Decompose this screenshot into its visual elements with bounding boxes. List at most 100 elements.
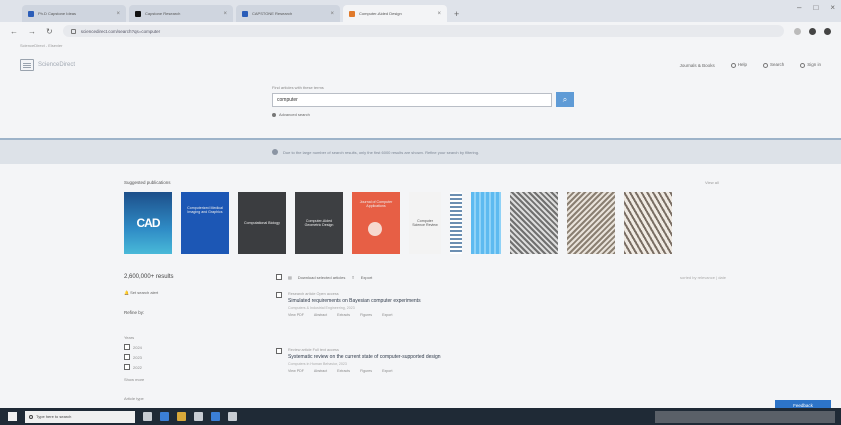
help-link[interactable]: Help bbox=[730, 62, 747, 68]
show-more-link[interactable]: Show more bbox=[124, 377, 144, 382]
address-bar: ← → ↻ sciencedirect.com/search?qs=comput… bbox=[0, 22, 841, 40]
settings-icon bbox=[272, 112, 276, 117]
reload-icon[interactable]: ↻ bbox=[46, 27, 53, 36]
journals-books-link[interactable]: Journals & Books bbox=[680, 63, 715, 68]
forward-icon[interactable]: → bbox=[28, 27, 36, 36]
back-icon[interactable]: ← bbox=[10, 27, 18, 36]
url-field[interactable]: sciencedirect.com/search?qs=computer bbox=[62, 25, 784, 37]
checkbox[interactable] bbox=[124, 344, 130, 350]
export-link[interactable]: Export bbox=[382, 313, 392, 317]
download-selected-button[interactable]: Download selected articles bbox=[298, 275, 346, 280]
search-icon bbox=[762, 62, 768, 68]
windows-start-icon[interactable] bbox=[8, 412, 17, 421]
set-alert-link[interactable]: 🔔 Set search alert bbox=[124, 290, 158, 295]
search-area: Find articles with these terms ⌕ Advance… bbox=[272, 85, 592, 117]
close-tab-icon[interactable]: × bbox=[330, 11, 334, 17]
export-button[interactable]: Export bbox=[361, 275, 373, 280]
close-tab-icon[interactable]: × bbox=[437, 11, 441, 17]
logo-text: ScienceDirect bbox=[38, 62, 76, 68]
select-all-checkbox[interactable] bbox=[276, 274, 282, 280]
publication-cover[interactable] bbox=[471, 192, 501, 254]
file-explorer-icon[interactable] bbox=[177, 412, 186, 421]
publication-cover[interactable]: Computational Biology bbox=[238, 192, 286, 254]
extracts-link[interactable]: Extracts bbox=[337, 313, 350, 317]
store-icon[interactable] bbox=[194, 412, 203, 421]
abstract-link[interactable]: Abstract bbox=[314, 369, 327, 373]
publication-cover[interactable] bbox=[624, 192, 672, 254]
extension-icon[interactable] bbox=[794, 27, 801, 35]
advanced-search-link[interactable]: Advanced search bbox=[272, 112, 592, 117]
checkbox[interactable] bbox=[124, 354, 130, 360]
header-links: Journals & Books Help Search Sign in bbox=[680, 62, 821, 68]
window-controls: – □ × bbox=[797, 3, 835, 12]
lock-icon bbox=[70, 28, 76, 34]
browser-tab[interactable]: Ph.D Capstone Ideas × bbox=[22, 5, 126, 22]
year-option[interactable]: 2023 bbox=[124, 354, 142, 360]
os-taskbar: Type here to search bbox=[0, 408, 841, 425]
tab-title: Ph.D Capstone Ideas bbox=[38, 11, 77, 16]
profile-icon[interactable] bbox=[809, 27, 816, 35]
extracts-link[interactable]: Extracts bbox=[337, 369, 350, 373]
url-text: sciencedirect.com/search?qs=computer bbox=[80, 28, 161, 34]
publication-cover[interactable]: Computer-Aided Geometric Design bbox=[295, 192, 343, 254]
search-input[interactable] bbox=[272, 92, 552, 107]
figures-link[interactable]: Figures bbox=[360, 313, 372, 317]
result-meta: Research article Open access bbox=[288, 292, 339, 296]
mail-icon[interactable] bbox=[211, 412, 220, 421]
browser-tab[interactable]: CAPSTONE Research × bbox=[236, 5, 340, 22]
browser-tab[interactable]: Computer-Aided Design × bbox=[343, 5, 447, 22]
publication-cover[interactable]: CAD bbox=[124, 192, 172, 254]
publication-cover[interactable] bbox=[510, 192, 558, 254]
publication-cover[interactable]: Computerized Medical Imaging and Graphic… bbox=[181, 192, 229, 254]
help-icon bbox=[730, 62, 736, 68]
notice-text: Due to the large number of search result… bbox=[283, 149, 480, 155]
logo-icon bbox=[20, 59, 34, 71]
publication-cover[interactable]: Journal of Computer Applications bbox=[352, 192, 400, 254]
taskbar-search[interactable]: Type here to search bbox=[25, 410, 135, 423]
result-checkbox[interactable] bbox=[276, 348, 282, 354]
edge-icon[interactable] bbox=[160, 412, 169, 421]
result-source: Computers in Human Behavior, 2023 bbox=[288, 362, 347, 366]
menu-icon[interactable] bbox=[824, 27, 831, 35]
sort-control[interactable]: sorted by relevance | date bbox=[680, 275, 726, 280]
figures-link[interactable]: Figures bbox=[360, 369, 372, 373]
results-notice: Due to the large number of search result… bbox=[0, 138, 841, 164]
tab-list: Ph.D Capstone Ideas × Capstone Research × CA… bbox=[22, 5, 450, 22]
task-view-icon[interactable] bbox=[143, 412, 152, 421]
result-title[interactable]: Systematic review on the current state o… bbox=[288, 354, 441, 360]
close-tab-icon[interactable]: × bbox=[223, 11, 227, 17]
site-logo[interactable]: ScienceDirect bbox=[20, 59, 75, 71]
search-icon bbox=[29, 414, 33, 419]
chrome-icon[interactable] bbox=[228, 412, 237, 421]
close-tab-icon[interactable]: × bbox=[116, 11, 120, 17]
view-pdf-link[interactable]: View PDF bbox=[288, 313, 304, 317]
extensions bbox=[794, 27, 831, 35]
publication-cover[interactable] bbox=[450, 192, 462, 254]
publication-cover[interactable]: Computer Science Review bbox=[409, 192, 441, 254]
maximize-icon[interactable]: □ bbox=[813, 3, 818, 12]
browser-tab[interactable]: Capstone Research × bbox=[129, 5, 233, 22]
search-button[interactable]: ⌕ bbox=[556, 92, 574, 107]
search-link[interactable]: Search bbox=[762, 62, 784, 68]
taskbar-search-placeholder: Type here to search bbox=[36, 414, 72, 419]
bell-icon: 🔔 bbox=[124, 290, 129, 295]
checkbox[interactable] bbox=[124, 364, 130, 370]
feedback-button[interactable]: Feedback bbox=[775, 400, 831, 408]
search-icon: ⌕ bbox=[562, 94, 568, 104]
article-type-label: Article type bbox=[124, 396, 144, 401]
new-tab-button[interactable]: + bbox=[454, 9, 459, 19]
close-icon[interactable]: × bbox=[830, 3, 835, 12]
sign-in-link[interactable]: Sign in bbox=[800, 62, 821, 68]
minimize-icon[interactable]: – bbox=[797, 3, 801, 12]
result-title[interactable]: Simulated requirements on Bayesian compu… bbox=[288, 298, 421, 304]
view-pdf-link[interactable]: View PDF bbox=[288, 369, 304, 373]
result-item: Research article Open access Simulated r… bbox=[276, 292, 596, 317]
publication-cover[interactable] bbox=[567, 192, 615, 254]
year-option[interactable]: 2024 bbox=[124, 344, 142, 350]
result-checkbox[interactable] bbox=[276, 292, 282, 298]
export-link[interactable]: Export bbox=[382, 369, 392, 373]
top-strip: ScienceDirect - Elsevier bbox=[20, 42, 63, 48]
view-all-link[interactable]: View all bbox=[705, 180, 719, 185]
abstract-link[interactable]: Abstract bbox=[314, 313, 327, 317]
year-option[interactable]: 2022 bbox=[124, 364, 142, 370]
